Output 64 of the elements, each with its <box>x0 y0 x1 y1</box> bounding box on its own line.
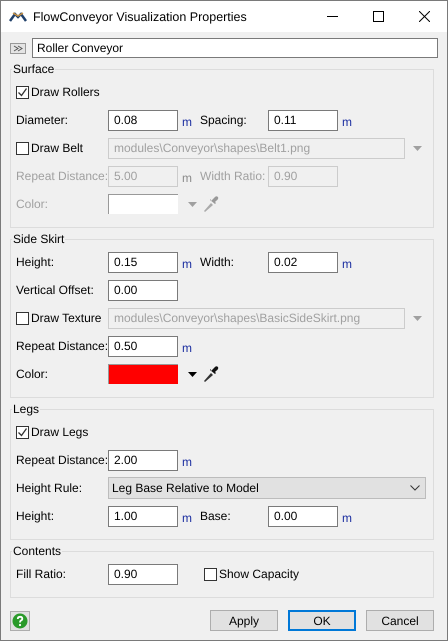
field-label: Color: <box>16 367 50 381</box>
input-field[interactable]: 0.11 <box>268 110 338 130</box>
group-title: Contents <box>12 544 62 558</box>
field-label: Color: <box>16 197 50 211</box>
minimize-icon[interactable] <box>326 16 338 17</box>
unit-label: m <box>342 115 352 129</box>
checkbox-label[interactable]: Draw Belt <box>31 141 84 155</box>
input-field[interactable]: 0.00 <box>268 506 338 526</box>
field-label: Width: <box>200 255 236 269</box>
unit-label: m <box>182 455 192 469</box>
unit-label: m <box>342 511 352 525</box>
unit-label: m <box>182 171 192 185</box>
conveyor-icon <box>9 10 27 22</box>
eyedropper-icon[interactable] <box>203 365 219 383</box>
field-label: Fill Ratio: <box>16 567 68 581</box>
dialog-button[interactable]: Apply <box>210 610 278 631</box>
field-label: Vertical Offset: <box>16 283 95 297</box>
field-label: Repeat Distance: <box>16 169 108 183</box>
close-icon[interactable] <box>418 11 430 22</box>
input-field[interactable]: 2.00 <box>108 450 178 470</box>
checkbox-label[interactable]: Draw Rollers <box>31 85 100 99</box>
unit-label: m <box>182 115 192 129</box>
maximize-icon[interactable] <box>372 11 384 22</box>
field-label: Spacing: <box>200 113 248 127</box>
field-label: Diameter: <box>16 113 70 127</box>
checkbox[interactable] <box>204 568 217 580</box>
group-title: Legs <box>12 402 40 416</box>
unit-label: m <box>342 257 352 271</box>
caret-icon[interactable] <box>188 372 197 376</box>
checkbox[interactable] <box>16 86 29 98</box>
input-field[interactable]: 0.00 <box>108 280 178 300</box>
name-field[interactable]: Roller Conveyor <box>32 38 438 58</box>
chevron-icon[interactable] <box>410 485 420 491</box>
input-field[interactable]: 0.02 <box>268 252 338 272</box>
help-button[interactable] <box>10 610 30 630</box>
group-title: Side Skirt <box>12 232 66 246</box>
input-field[interactable]: 0.50 <box>108 336 178 356</box>
field-label: Base: <box>200 509 232 523</box>
field-label: Repeat Distance: <box>16 453 108 467</box>
window-title: FlowConveyor Visualization Properties <box>33 10 248 24</box>
checkbox[interactable] <box>16 142 29 154</box>
field-label: Height: <box>16 255 56 269</box>
unit-label: m <box>182 511 192 525</box>
checkbox-label[interactable]: Draw Texture <box>31 311 102 325</box>
input-field[interactable]: 0.90 <box>108 564 178 584</box>
input-field[interactable]: 0.15 <box>108 252 178 272</box>
unit-label: m <box>182 257 192 271</box>
checkbox[interactable] <box>16 312 29 324</box>
field-label: Width Ratio: <box>200 169 266 183</box>
input-field[interactable]: 0.08 <box>108 110 178 130</box>
checkbox-label[interactable]: Draw Legs <box>31 425 88 439</box>
unit-label: m <box>182 341 192 355</box>
checkbox-label[interactable]: Show Capacity <box>219 567 300 581</box>
field-label: Height: <box>16 509 56 523</box>
field-label: Repeat Distance: <box>16 339 108 353</box>
dialog-button[interactable]: OK <box>288 610 356 631</box>
height-rule-dropdown[interactable]: Leg Base Relative to Model <box>108 477 426 499</box>
field-label: Height Rule: <box>16 481 84 495</box>
color-swatch[interactable] <box>108 364 178 384</box>
tag-icon <box>10 42 26 54</box>
dialog-button[interactable]: Cancel <box>366 610 434 631</box>
group-title: Surface <box>12 62 56 76</box>
input-field[interactable]: 1.00 <box>108 506 178 526</box>
checkbox[interactable] <box>16 426 29 438</box>
